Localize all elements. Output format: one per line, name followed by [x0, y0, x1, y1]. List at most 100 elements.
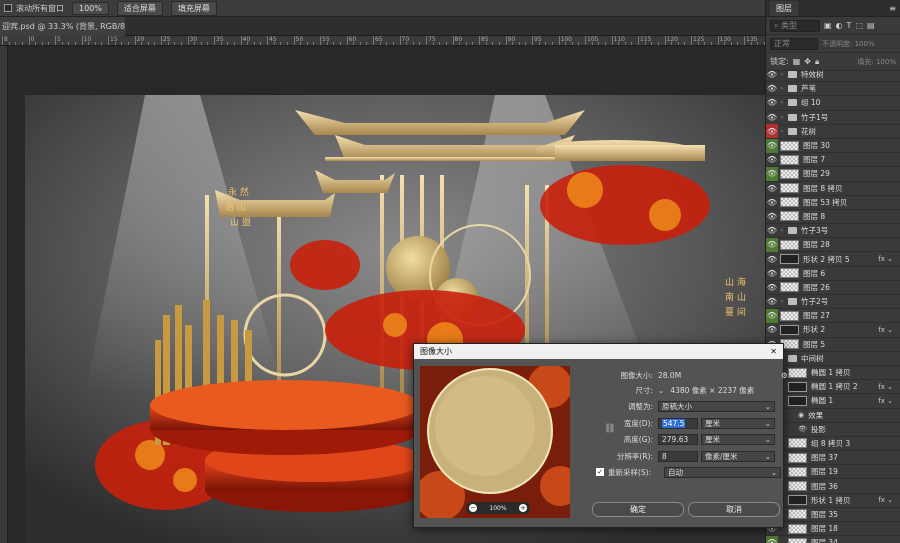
opacity-field[interactable]: 不透明度: 100%	[822, 39, 875, 49]
visibility-eye-icon[interactable]: 👁︎	[766, 252, 778, 266]
fx-icon[interactable]: fx ⌄	[878, 496, 893, 504]
height-input[interactable]: 279.63	[658, 433, 698, 445]
effect-eye-icon[interactable]: 👁︎	[798, 425, 807, 433]
cancel-button[interactable]: 取消	[688, 502, 780, 517]
smart-object-icon[interactable]: ▤	[867, 21, 875, 30]
layer-row[interactable]: 👁︎ 图层 8 拷贝	[766, 182, 900, 196]
resolution-input[interactable]: 8	[658, 450, 698, 462]
visibility-eye-icon[interactable]: 👁︎	[766, 224, 778, 238]
zoom-out-icon[interactable]: −	[469, 504, 477, 512]
visibility-eye-icon[interactable]: 👁︎	[766, 209, 778, 223]
blend-mode-select[interactable]: 正常	[770, 37, 818, 50]
layer-row[interactable]: 👁︎组 8 拷贝 3	[766, 437, 900, 452]
layer-row[interactable]: 👁︎ › 花树	[766, 124, 900, 139]
visibility-eye-icon[interactable]: 👁︎	[766, 237, 778, 252]
image-preview[interactable]: − 100% +	[420, 366, 570, 518]
layer-list[interactable]: 👁︎ › 特效树 👁︎ › 芦苇 👁︎ › 组 10 👁︎ › 竹子1号 👁︎ › 花树 👁︎ 图层 30 👁︎ 图…	[766, 68, 900, 543]
layer-row[interactable]: 👁︎图层 19	[766, 465, 900, 480]
fill-field[interactable]: 填充: 100%	[857, 57, 896, 67]
settings-gear-icon[interactable]: ⚙︎	[781, 371, 788, 380]
visibility-eye-icon[interactable]: 👁︎	[766, 181, 778, 195]
layer-row[interactable]: 👁︎ 图层 29	[766, 166, 900, 182]
layer-row[interactable]: 👁︎ 图层 53 拷贝	[766, 196, 900, 210]
zoom-100-button[interactable]: 100%	[72, 1, 109, 15]
chevron-right-icon[interactable]: ›	[778, 227, 786, 234]
visibility-eye-icon[interactable]: 👁︎	[766, 82, 778, 96]
layer-row[interactable]: 👁︎⌄中间树	[766, 352, 900, 366]
layer-row[interactable]: 👁︎椭圆 1fx ⌄	[766, 394, 900, 409]
circle-half-icon[interactable]: ◐	[836, 21, 843, 30]
layer-row[interactable]: 👁︎ 投影	[766, 423, 900, 437]
layer-row[interactable]: 👁︎ › 竹子3号	[766, 224, 900, 239]
lock-pixels-icon[interactable]: ▦	[793, 57, 801, 66]
visibility-eye-icon[interactable]: 👁︎	[766, 96, 778, 110]
layer-row[interactable]: ◉ 效果	[766, 409, 900, 423]
layer-row[interactable]: 👁︎ 图层 26	[766, 281, 900, 295]
layer-row[interactable]: 👁︎ › 竹子2号	[766, 295, 900, 310]
visibility-eye-icon[interactable]: 👁︎	[766, 323, 778, 337]
visibility-eye-icon[interactable]: 👁︎	[766, 153, 778, 167]
layer-row[interactable]: 👁︎椭圆 1 拷贝 2fx ⌄	[766, 380, 900, 395]
lock-position-icon[interactable]: ✥	[804, 57, 811, 66]
visibility-eye-icon[interactable]: 👁︎	[766, 308, 778, 323]
checkbox-box[interactable]	[4, 4, 12, 12]
layer-row[interactable]: 👁︎图层 5	[766, 338, 900, 352]
panel-menu-icon[interactable]: ≡	[889, 4, 896, 13]
visibility-eye-icon[interactable]: 👁︎	[766, 535, 778, 543]
fx-icon[interactable]: fx ⌄	[878, 255, 893, 263]
ok-button[interactable]: 确定	[592, 502, 684, 517]
document-tab[interactable]: 迎宾.psd @ 33.3% (背景, RGB/8#) * ×	[0, 17, 125, 36]
layer-row[interactable]: 👁︎ 图层 34	[766, 535, 900, 543]
width-input[interactable]: 547.5	[658, 417, 698, 429]
layer-row[interactable]: 👁︎ › 竹子1号	[766, 111, 900, 125]
layer-row[interactable]: 👁︎ 图层 28	[766, 237, 900, 253]
resample-select[interactable]: 自动 ⌄	[664, 466, 781, 478]
chevron-right-icon[interactable]: ›	[778, 99, 786, 106]
layer-row[interactable]: 👁︎ › 芦苇	[766, 82, 900, 97]
layer-row[interactable]: 👁︎图层 36	[766, 479, 900, 494]
layer-row[interactable]: 👁︎ 图层 18	[766, 522, 900, 537]
layer-row[interactable]: 👁︎ 图层 30	[766, 138, 900, 154]
close-icon[interactable]: ✕	[770, 347, 777, 356]
fx-icon[interactable]: fx ⌄	[878, 326, 893, 334]
layer-row[interactable]: 👁︎ 形状 2 拷贝 5 fx ⌄	[766, 252, 900, 267]
chevron-right-icon[interactable]: ›	[778, 71, 786, 78]
chevron-down-icon[interactable]: ⌄	[658, 386, 664, 395]
visibility-eye-icon[interactable]: 👁︎	[766, 68, 778, 82]
visibility-eye-icon[interactable]: 👁︎	[766, 138, 778, 153]
resolution-unit-select[interactable]: 像素/厘米 ⌄	[701, 450, 775, 462]
layer-row[interactable]: 👁︎ 图层 8	[766, 209, 900, 225]
image-filter-icon[interactable]: ▣	[824, 21, 832, 30]
layer-row[interactable]: 👁︎ 图层 7	[766, 153, 900, 168]
chevron-right-icon[interactable]: ›	[778, 128, 786, 135]
visibility-eye-icon[interactable]: 👁︎	[766, 295, 778, 309]
layer-row[interactable]: 👁︎图层 37	[766, 451, 900, 466]
height-unit-select[interactable]: 厘米 ⌄	[701, 433, 775, 445]
fit-to-select[interactable]: 原稿大小 ⌄	[658, 400, 775, 412]
width-unit-select[interactable]: 厘米 ⌄	[701, 417, 775, 429]
visibility-eye-icon[interactable]: 👁︎	[766, 280, 778, 294]
visibility-eye-icon[interactable]: 👁︎	[766, 195, 778, 209]
fit-screen-button[interactable]: 适合屏幕	[116, 0, 163, 16]
layer-row[interactable]: 👁︎ › 特效树	[766, 68, 900, 83]
layer-row[interactable]: 👁︎ 图层 27	[766, 308, 900, 324]
chevron-right-icon[interactable]: ›	[778, 298, 786, 305]
layer-row[interactable]: 👁︎ › 组 10	[766, 96, 900, 111]
visibility-eye-icon[interactable]: 👁︎	[766, 124, 778, 139]
visibility-eye-icon[interactable]: 👁︎	[766, 166, 778, 181]
layers-tab[interactable]: 图层	[770, 0, 798, 16]
effects-icon[interactable]: ◉	[798, 411, 804, 419]
layer-row[interactable]: 👁︎形状 1 拷贝fx ⌄	[766, 494, 900, 508]
transform-icon[interactable]: ⬚	[855, 21, 863, 30]
kind-filter-select[interactable]: ⌕ 类型	[770, 19, 820, 32]
type-icon[interactable]: T	[847, 21, 852, 30]
scroll-all-windows-checkbox[interactable]: 滚动所有窗口	[4, 3, 64, 14]
visibility-eye-icon[interactable]: 👁︎	[766, 266, 778, 280]
resample-checkbox[interactable]: ✓	[596, 468, 604, 476]
chevron-right-icon[interactable]: ›	[778, 85, 786, 92]
fill-screen-button[interactable]: 填充屏幕	[170, 0, 217, 16]
fx-icon[interactable]: fx ⌄	[878, 397, 893, 405]
layer-row[interactable]: 👁︎图层 35	[766, 508, 900, 522]
chevron-right-icon[interactable]: ›	[778, 114, 786, 121]
layer-row[interactable]: 👁︎ 图层 6	[766, 267, 900, 281]
